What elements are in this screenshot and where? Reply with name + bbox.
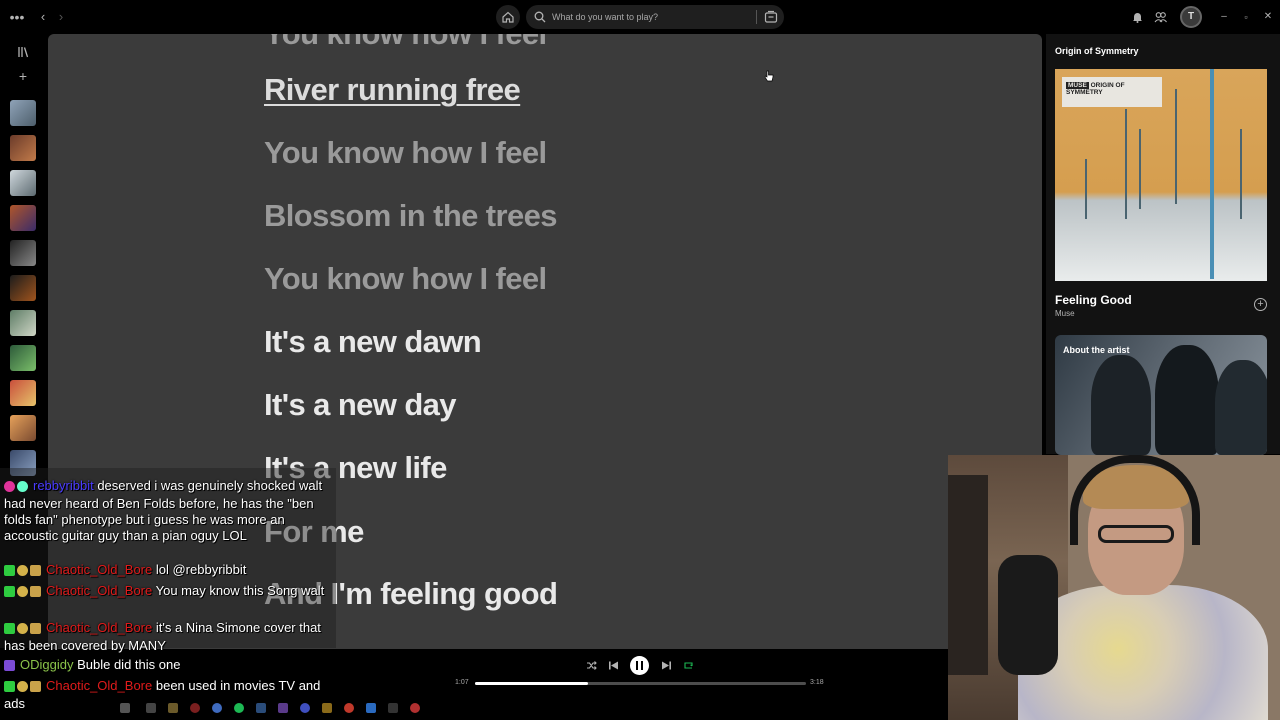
- add-circle-icon[interactable]: +: [1254, 298, 1267, 311]
- home-button[interactable]: [496, 5, 520, 29]
- cover-pole: [1139, 129, 1141, 209]
- chat-text: lol @rebbyribbit: [155, 562, 247, 577]
- restore-icon[interactable]: ▫: [1240, 0, 1252, 34]
- forward-arrow-icon[interactable]: ›: [54, 0, 68, 34]
- total-time: 3:18: [810, 679, 824, 686]
- album-cover-text: MUSE ORIGIN OF SYMMETRY: [1066, 82, 1125, 96]
- library-item-thumb[interactable]: [10, 275, 36, 301]
- next-icon[interactable]: [661, 660, 672, 671]
- repeat-icon[interactable]: [683, 660, 694, 671]
- library-item-thumb[interactable]: [10, 345, 36, 371]
- album-cover: MUSE ORIGIN OF SYMMETRY: [1055, 69, 1267, 281]
- library-item-thumb[interactable]: [10, 415, 36, 441]
- webcam-guitar: [948, 475, 988, 675]
- chat-text: Buble did this one: [77, 657, 181, 672]
- library-icon[interactable]: [14, 46, 32, 58]
- webcam-overlay: [948, 455, 1280, 720]
- progress-fill: [475, 682, 588, 685]
- cover-pole: [1125, 109, 1127, 219]
- plus-icon[interactable]: +: [14, 68, 32, 84]
- lyric-line-current[interactable]: River running free: [264, 72, 521, 108]
- chat-message: Chaotic_Old_Bore been used in movies TV …: [4, 678, 334, 712]
- taskbar-app[interactable]: [366, 703, 376, 713]
- chat-badges: [4, 564, 43, 580]
- library-item-thumb[interactable]: [10, 380, 36, 406]
- pause-button[interactable]: [630, 656, 649, 675]
- menu-dots-icon[interactable]: •••: [8, 0, 26, 34]
- library-item-thumb[interactable]: [10, 205, 36, 231]
- minimize-icon[interactable]: –: [1218, 0, 1230, 34]
- webcam-microphone: [998, 555, 1058, 675]
- top-bar: ••• ‹ › What do you want to play? T – ▫ …: [0, 0, 1280, 34]
- chat-badges: [4, 585, 43, 601]
- lyric-line[interactable]: You know how I feel: [264, 34, 547, 52]
- library-item-thumb[interactable]: [10, 135, 36, 161]
- now-playing-panel: Origin of Symmetry MUSE ORIGIN OF SYMMET…: [1046, 34, 1280, 455]
- avatar[interactable]: T: [1180, 6, 1202, 28]
- song-artist[interactable]: Muse: [1055, 309, 1075, 318]
- album-cover-banner: MUSE ORIGIN OF SYMMETRY: [1062, 77, 1162, 107]
- search-divider: [756, 10, 757, 24]
- library-item-thumb[interactable]: [10, 170, 36, 196]
- chat-text: You may know this Song walt: [155, 583, 325, 598]
- artist-photo-person: [1215, 360, 1267, 455]
- stream-chat: rebbyribbit deserved i was genuinely sho…: [0, 468, 336, 720]
- previous-icon[interactable]: [608, 660, 619, 671]
- chat-username: ODiggidy: [20, 657, 74, 672]
- cover-pole: [1210, 69, 1214, 279]
- bell-icon[interactable]: [1132, 11, 1143, 23]
- friends-icon[interactable]: [1154, 11, 1167, 23]
- artist-photo-person: [1155, 345, 1219, 455]
- about-artist-label: About the artist: [1063, 345, 1130, 355]
- back-arrow-icon[interactable]: ‹: [36, 0, 50, 34]
- browse-icon[interactable]: [764, 10, 778, 24]
- about-artist-card[interactable]: About the artist: [1055, 335, 1267, 455]
- cover-pole: [1085, 159, 1087, 219]
- library-item-thumb[interactable]: [10, 240, 36, 266]
- close-icon[interactable]: ✕: [1262, 0, 1274, 34]
- chat-message: ODiggidy Buble did this one: [4, 657, 334, 675]
- lyric-line[interactable]: Blossom in the trees: [264, 198, 558, 234]
- lyric-line[interactable]: It's a new dawn: [264, 324, 482, 360]
- lyric-line[interactable]: You know how I feel: [264, 135, 547, 171]
- chat-badges: [4, 680, 43, 696]
- cursor-icon: [764, 70, 774, 82]
- chat-badges: [4, 622, 43, 638]
- chat-message: Chaotic_Old_Bore it's a Nina Simone cove…: [4, 620, 334, 654]
- search-bar[interactable]: What do you want to play?: [526, 5, 784, 29]
- library-item-thumb[interactable]: [10, 310, 36, 336]
- chat-username: Chaotic_Old_Bore: [46, 562, 153, 577]
- search-input[interactable]: What do you want to play?: [552, 5, 658, 29]
- artist-photo-person: [1091, 355, 1151, 455]
- cover-pole: [1240, 129, 1242, 219]
- chat-username: Chaotic_Old_Bore: [46, 583, 153, 598]
- chat-message: rebbyribbit deserved i was genuinely sho…: [4, 478, 334, 544]
- taskbar-app[interactable]: [388, 703, 398, 713]
- search-icon: [534, 11, 546, 23]
- webcam-glasses: [1098, 525, 1174, 543]
- taskbar-app[interactable]: [344, 703, 354, 713]
- panel-album-title[interactable]: Origin of Symmetry: [1055, 46, 1139, 56]
- progress-bar[interactable]: [475, 682, 806, 685]
- song-title[interactable]: Feeling Good: [1055, 293, 1132, 307]
- chat-badges: [4, 480, 30, 496]
- taskbar-app[interactable]: [410, 703, 420, 713]
- library-item-thumb[interactable]: [10, 100, 36, 126]
- cover-pole: [1175, 89, 1177, 204]
- chat-badges: [4, 659, 17, 675]
- lyric-line[interactable]: You know how I feel: [264, 261, 547, 297]
- home-icon: [502, 11, 514, 23]
- chat-message: Chaotic_Old_Bore You may know this Song …: [4, 583, 334, 601]
- lyric-line[interactable]: It's a new day: [264, 387, 457, 423]
- chat-username: rebbyribbit: [33, 478, 94, 493]
- chat-message: Chaotic_Old_Bore lol @rebbyribbit: [4, 562, 334, 580]
- chat-username: Chaotic_Old_Bore: [46, 620, 153, 635]
- shuffle-icon[interactable]: [586, 660, 597, 671]
- elapsed-time: 1:07: [455, 679, 469, 686]
- chat-username: Chaotic_Old_Bore: [46, 678, 153, 693]
